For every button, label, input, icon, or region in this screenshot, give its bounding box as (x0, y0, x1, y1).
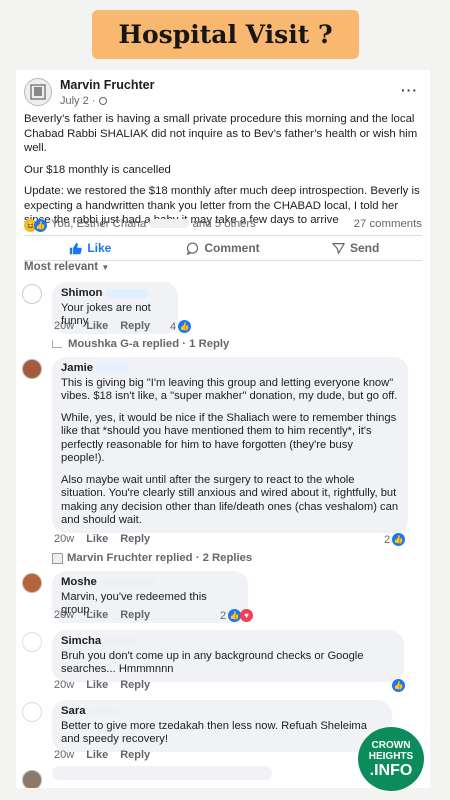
comment-text: Also maybe wait until after the surgery … (61, 473, 399, 527)
profile-picture-icon (30, 84, 46, 100)
comment-reply-button[interactable]: Reply (120, 320, 150, 332)
comment-actions: 20w Like Reply (54, 679, 150, 691)
page-title-banner: Hospital Visit ? (92, 10, 359, 59)
comment: Jamie This is giving big "I'm leaving th… (22, 357, 422, 557)
post-paragraph: Our $18 monthly is cancelled (24, 163, 171, 176)
send-icon (332, 242, 345, 254)
post-header: Marvin Fruchter July 2 · ··· (22, 76, 424, 112)
commenter-name[interactable]: Moshe (61, 576, 239, 590)
comment: Moshe Marvin, you've redeemed this group… (22, 571, 422, 627)
comment-time[interactable]: 20w (54, 679, 74, 691)
comment-reply-button[interactable]: Reply (120, 679, 150, 691)
comment-time[interactable]: 20w (54, 609, 74, 621)
comment-bubble: Simcha Bruh you don't come up in any bac… (52, 630, 404, 682)
like-reaction-icon: 👍 (178, 320, 192, 333)
comments-count[interactable]: 27 comments (354, 218, 422, 230)
post-actions: Like Comment Send (24, 236, 422, 260)
commenter-avatar[interactable] (22, 359, 42, 379)
comment-bubble: Sara Better to give more tzedakah then l… (52, 700, 392, 752)
view-replies-link[interactable]: Moushka G-a replied · 1 Reply (52, 338, 229, 350)
comment-reply-button[interactable]: Reply (120, 749, 150, 761)
comment-actions: 20w Like Reply (54, 609, 150, 621)
author-avatar[interactable] (24, 78, 52, 106)
comment-like-button[interactable]: Like (86, 679, 108, 691)
facebook-post-card: Marvin Fruchter July 2 · ··· Beverly’s f… (16, 70, 430, 788)
comment-time[interactable]: 20w (54, 320, 74, 332)
comment-actions: 20w Like Reply (54, 533, 150, 545)
comment-like-button[interactable]: Like (86, 320, 108, 332)
comment-time[interactable]: 20w (54, 533, 74, 545)
crownheights-watermark-logo: CROWN HEIGHTS .INFO (358, 727, 424, 791)
post-date[interactable]: July 2 · (60, 95, 107, 107)
comment-like-button[interactable]: Like (86, 533, 108, 545)
comment-text: Better to give more tzedakah then less n… (61, 719, 367, 746)
commenter-avatar[interactable] (22, 284, 42, 304)
page-title: Hospital Visit ? (118, 20, 333, 49)
like-reaction-icon: 👍 (392, 679, 405, 692)
comment-icon (187, 241, 199, 255)
more-options-icon[interactable]: ··· (401, 82, 418, 98)
comment-text: This is giving big "I'm leaving this gro… (61, 376, 398, 403)
thumbs-up-icon (70, 242, 83, 254)
commenter-avatar[interactable] (22, 573, 42, 593)
commenter-name[interactable]: Shimon (61, 287, 169, 301)
post-paragraph: Beverly’s father is having a small priva… (24, 113, 418, 154)
comment-like-button[interactable]: Like (86, 749, 108, 761)
redacted-name (149, 219, 190, 229)
comment: Shimon Your jokes are not funny 20w Like… (22, 282, 422, 334)
replier-avatar (52, 552, 63, 564)
like-reaction-icon: 👍 (34, 219, 47, 232)
sort-comments-dropdown[interactable]: Most relevant ▼ (24, 261, 109, 273)
comment-reply-button[interactable]: Reply (120, 533, 150, 545)
comment-reaction-count[interactable]: 2 👍 ♥ (220, 609, 254, 622)
comment-bubble: Jamie This is giving big "I'm leaving th… (52, 357, 408, 533)
reactions-summary[interactable]: 😆👍 You, Esther Chana and 5 others 27 com… (24, 217, 422, 235)
comment-actions: 20w Like Reply (54, 749, 150, 761)
chevron-down-icon: ▼ (101, 263, 110, 272)
commenter-name[interactable]: Jamie (61, 362, 399, 376)
commenter-name[interactable]: Sara (61, 705, 383, 719)
comment-reaction-count[interactable]: 👍 (390, 679, 405, 692)
like-button[interactable]: Like (24, 236, 157, 260)
comment-reaction-count[interactable]: 4 👍 (170, 320, 192, 333)
globe-icon (98, 97, 107, 106)
send-button[interactable]: Send (289, 236, 422, 260)
reactors-text[interactable]: You, Esther Chana and 5 others (51, 218, 256, 230)
author-name[interactable]: Marvin Fruchter (60, 78, 154, 92)
comment: Simcha Bruh you don't come up in any bac… (22, 630, 422, 696)
love-reaction-icon: ♥ (240, 609, 254, 622)
commenter-name[interactable]: Simcha (61, 635, 395, 649)
comment-time[interactable]: 20w (54, 749, 74, 761)
reaction-icons: 😆👍 (24, 219, 47, 232)
comment-bubble (52, 766, 272, 780)
commenter-avatar[interactable] (22, 770, 42, 788)
commenter-avatar[interactable] (22, 702, 42, 722)
view-replies-link[interactable]: Marvin Fruchter replied · 2 Replies (52, 552, 252, 564)
comment-like-button[interactable]: Like (86, 609, 108, 621)
comment-text: Bruh you don't come up in any background… (61, 649, 364, 676)
comment-button[interactable]: Comment (157, 236, 290, 260)
comment-actions: 20w Like Reply (54, 320, 150, 332)
like-reaction-icon: 👍 (392, 533, 406, 546)
commenter-avatar[interactable] (22, 632, 42, 652)
comment-text: While, yes, it would be nice if the Shal… (61, 411, 397, 465)
comment-reaction-count[interactable]: 2 👍 (384, 533, 406, 546)
reply-arrow-icon (52, 340, 62, 348)
comment-reply-button[interactable]: Reply (120, 609, 150, 621)
